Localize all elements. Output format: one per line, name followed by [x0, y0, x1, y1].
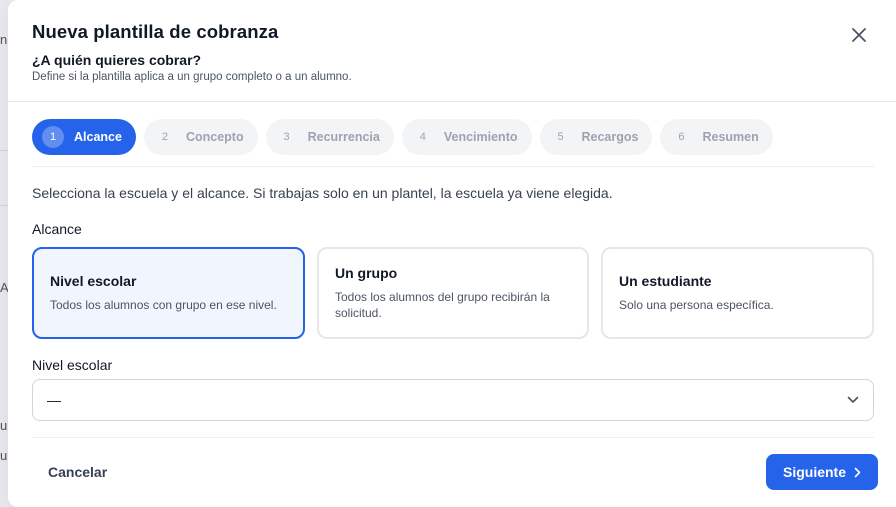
instruction-text: Selecciona la escuela y el alcance. Si t…: [32, 185, 613, 201]
level-label: Nivel escolar: [32, 357, 113, 373]
new-template-modal: Nueva plantilla de cobranza ¿A quién qui…: [8, 0, 896, 507]
stepper-divider: [32, 166, 874, 167]
step-recargos[interactable]: 5 Recargos: [539, 119, 653, 155]
close-button[interactable]: [846, 22, 872, 48]
step-recurrencia[interactable]: 3 Recurrencia: [265, 119, 394, 155]
step-label: Recargos: [581, 130, 639, 144]
step-label: Recurrencia: [307, 130, 380, 144]
next-button-label: Siguiente: [782, 464, 846, 480]
step-label: Alcance: [74, 130, 122, 144]
option-description: Todos los alumnos con grupo en ese nivel…: [50, 298, 277, 312]
step-number: 2: [161, 131, 169, 143]
level-select-value: —: [47, 392, 61, 408]
scope-option-un-grupo[interactable]: Un grupo Todos los alumnos del grupo rec…: [317, 247, 589, 339]
scope-option-nivel-escolar[interactable]: Nivel escolar Todos los alumnos con grup…: [32, 247, 305, 339]
chevron-right-icon: [854, 467, 861, 477]
option-title: Un estudiante: [619, 273, 712, 289]
option-description: Todos los alumnos del grupo recibirán la…: [335, 290, 550, 320]
close-icon: [852, 28, 866, 42]
step-label: Concepto: [185, 130, 244, 144]
option-title: Nivel escolar: [50, 273, 137, 289]
modal-header: Nueva plantilla de cobranza ¿A quién qui…: [8, 0, 896, 102]
scope-option-un-estudiante[interactable]: Un estudiante Solo una persona específic…: [601, 247, 874, 339]
background-text: u: [0, 448, 8, 463]
background-text: u: [0, 418, 8, 433]
step-label: Vencimiento: [443, 130, 518, 144]
background-text: n: [0, 32, 8, 47]
cancel-button[interactable]: Cancelar: [32, 454, 123, 490]
step-number: 5: [557, 131, 564, 143]
modal-description: Define si la plantilla aplica a un grupo…: [32, 71, 352, 83]
step-vencimiento[interactable]: 4 Vencimiento: [401, 119, 532, 155]
step-label: Resumen: [702, 130, 759, 144]
step-concepto[interactable]: 2 Concepto: [143, 119, 258, 155]
background-divider: [0, 150, 8, 151]
footer-divider: [32, 437, 874, 438]
stepper: 1 Alcance 2 Concepto 3 Recurrencia 4 Ven…: [32, 119, 773, 155]
step-number: 1: [42, 126, 64, 148]
step-number: 6: [678, 131, 685, 143]
modal-subtitle: ¿A quién quieres cobrar?: [32, 52, 202, 68]
option-description: Solo una persona específica.: [619, 298, 774, 312]
step-resumen[interactable]: 6 Resumen: [660, 119, 773, 155]
modal-title: Nueva plantilla de cobranza: [32, 21, 279, 42]
next-button[interactable]: Siguiente: [766, 454, 878, 490]
chevron-down-icon: [847, 396, 859, 403]
level-select[interactable]: —: [32, 379, 874, 421]
step-number: 3: [283, 131, 290, 143]
background-divider: [0, 205, 8, 206]
step-alcance[interactable]: 1 Alcance: [32, 119, 136, 155]
option-title: Un grupo: [335, 265, 398, 281]
step-number: 4: [419, 131, 426, 143]
scope-label: Alcance: [32, 221, 82, 237]
